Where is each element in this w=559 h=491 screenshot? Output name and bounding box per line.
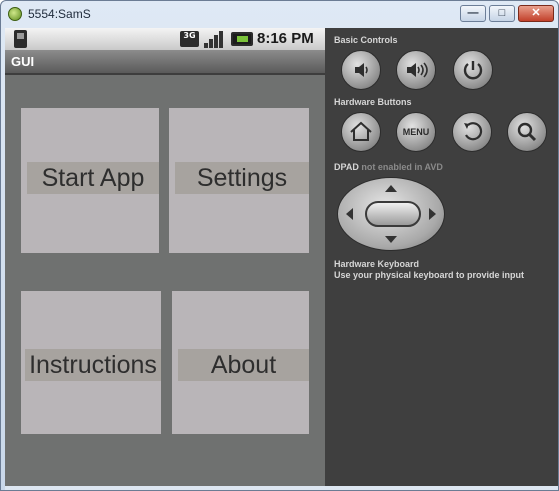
start-app-label: Start App	[27, 162, 159, 194]
dpad-control[interactable]	[337, 177, 445, 251]
menu-button[interactable]: MENU	[396, 112, 436, 152]
window-bottom-border	[5, 486, 558, 490]
dpad-right-icon[interactable]	[429, 208, 436, 220]
minimize-button[interactable]: —	[460, 5, 486, 22]
volume-up-icon	[407, 62, 428, 78]
back-icon	[464, 122, 483, 141]
hardware-buttons-label: Hardware Buttons	[334, 97, 412, 107]
app-title-bar: GUI	[5, 50, 325, 75]
emulator-app-icon	[8, 7, 22, 21]
maximize-button[interactable]: □	[489, 5, 515, 22]
hardware-keyboard-title: Hardware Keyboard	[334, 259, 420, 269]
emulator-controls-panel: Basic Controls Hardware Buttons MENU DPA…	[325, 28, 558, 486]
battery-icon	[231, 32, 253, 46]
dpad-note: not enabled in AVD	[361, 162, 443, 172]
about-button[interactable]: About	[172, 291, 309, 434]
signal-strength-icon	[204, 31, 224, 48]
start-app-button[interactable]: Start App	[21, 108, 159, 253]
close-icon: ✕	[531, 7, 541, 19]
dpad-title: DPAD	[334, 162, 359, 172]
basic-controls-label: Basic Controls	[334, 35, 398, 45]
hardware-keyboard-note: Use your physical keyboard to provide in…	[334, 270, 525, 280]
window-titlebar[interactable]: 5554:SamS — □ ✕	[1, 1, 558, 27]
window-title: 5554:SamS	[28, 7, 91, 21]
menu-label: MENU	[402, 127, 430, 137]
volume-up-button[interactable]	[396, 50, 436, 90]
settings-label: Settings	[175, 162, 309, 194]
volume-down-button[interactable]	[341, 50, 381, 90]
sim-card-icon	[14, 30, 27, 48]
hardware-keyboard-info: Hardware Keyboard Use your physical keyb…	[334, 259, 524, 281]
search-icon	[517, 122, 537, 142]
back-button[interactable]	[452, 112, 492, 152]
settings-button[interactable]: Settings	[169, 108, 309, 253]
instructions-button[interactable]: Instructions	[21, 291, 161, 434]
status-clock: 8:16 PM	[257, 30, 314, 47]
android-status-bar: 3G 8:16 PM	[5, 28, 325, 50]
dpad-label: DPAD not enabled in AVD	[334, 162, 443, 172]
dpad-up-icon[interactable]	[385, 185, 397, 192]
volume-down-icon	[355, 63, 368, 77]
close-button[interactable]: ✕	[518, 5, 554, 22]
dpad-center-button[interactable]	[365, 201, 421, 227]
emulator-window: 5554:SamS — □ ✕ 3G 8:16 PM GUI Start App…	[0, 0, 559, 491]
instructions-label: Instructions	[25, 349, 161, 381]
home-icon	[350, 121, 372, 141]
search-button[interactable]	[507, 112, 547, 152]
network-3g-icon: 3G	[180, 31, 199, 47]
dpad-down-icon[interactable]	[385, 236, 397, 243]
power-button[interactable]	[453, 50, 493, 90]
minimize-icon: —	[467, 7, 479, 19]
maximize-icon: □	[498, 7, 506, 19]
app-title: GUI	[11, 54, 35, 69]
dpad-left-icon[interactable]	[346, 208, 353, 220]
about-label: About	[178, 349, 309, 381]
home-button[interactable]	[341, 112, 381, 152]
power-icon	[463, 61, 483, 80]
phone-screen: 3G 8:16 PM GUI Start App Settings Instru…	[5, 28, 325, 486]
